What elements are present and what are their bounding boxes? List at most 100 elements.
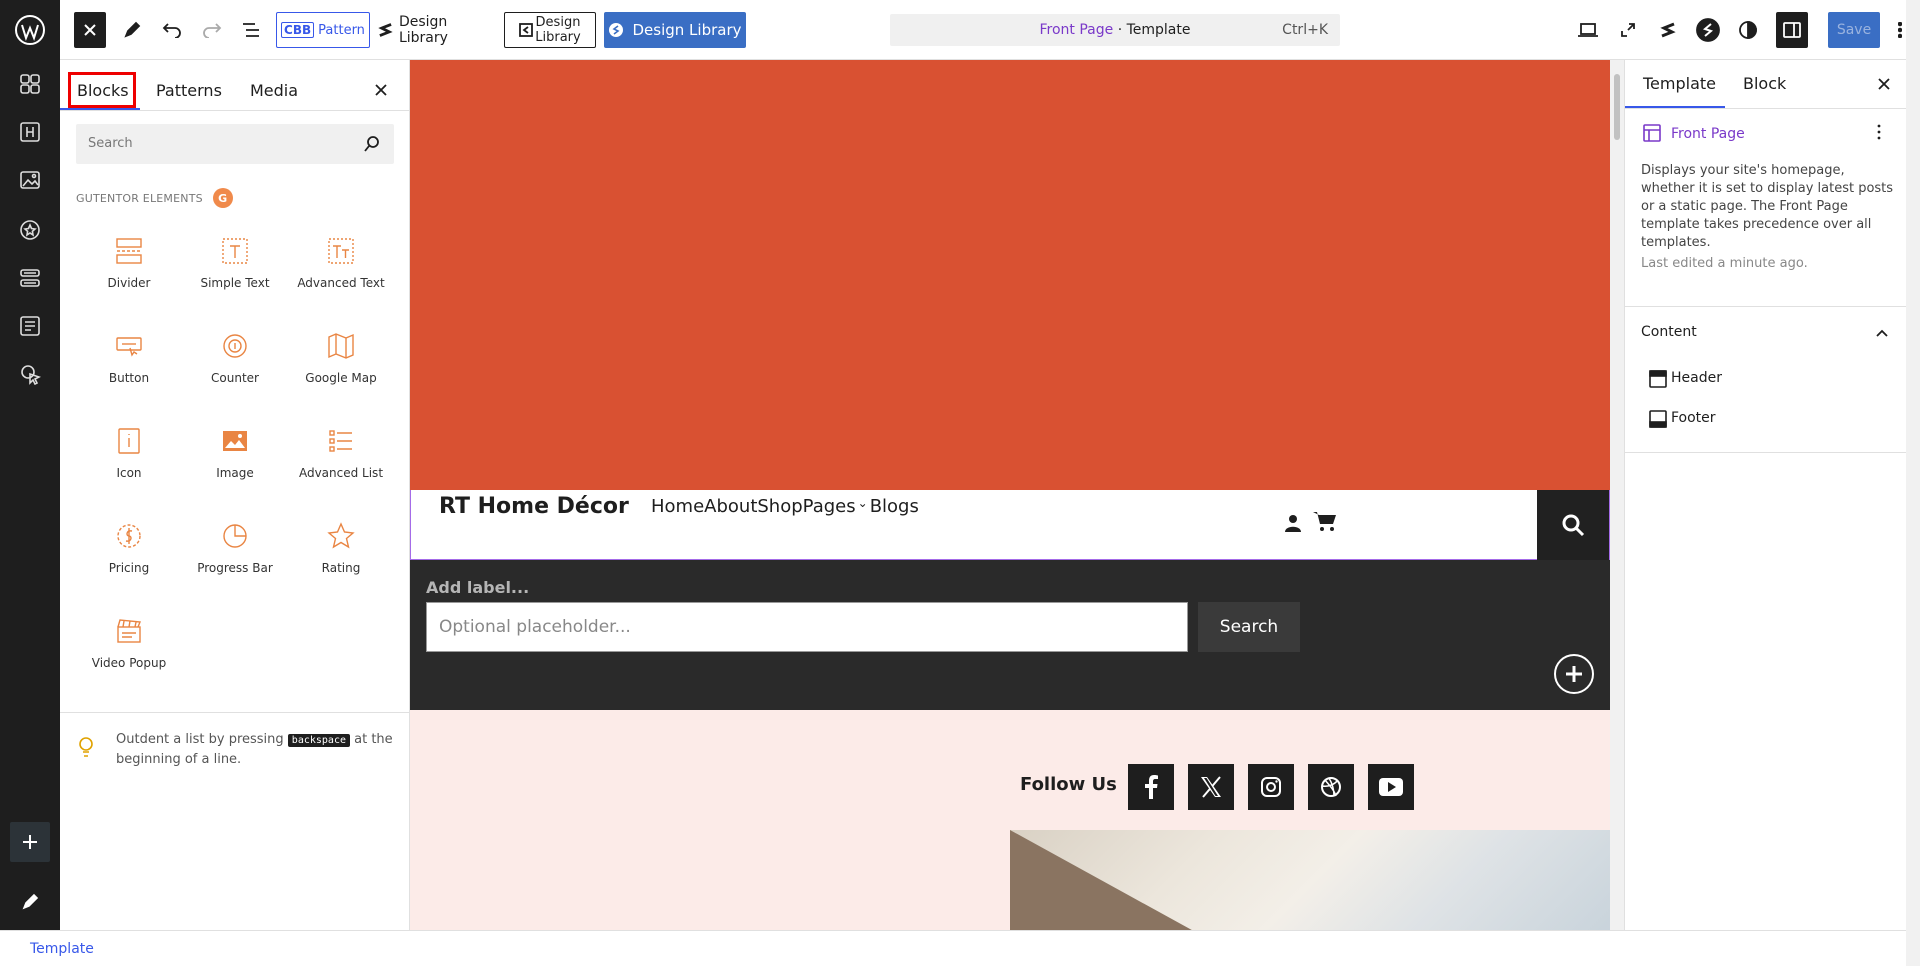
add-block-button[interactable]: [1554, 654, 1594, 694]
hero-cover-block[interactable]: [410, 60, 1610, 490]
tab-blocks[interactable]: Blocks: [68, 72, 136, 108]
template-description: Displays your site's homepage, whether i…: [1641, 163, 1894, 250]
block-search-input[interactable]: Search: [76, 124, 394, 164]
block-advanced-list[interactable]: Advanced List: [288, 420, 394, 510]
template-part-header[interactable]: Header: [1671, 370, 1722, 386]
nav-home[interactable]: Home: [651, 496, 704, 517]
tab-block[interactable]: Block: [1743, 74, 1786, 93]
interior-photo[interactable]: [1010, 830, 1610, 930]
block-google-map[interactable]: Google Map: [288, 325, 394, 415]
nav-shop[interactable]: Shop: [757, 496, 802, 517]
block-button[interactable]: Button: [76, 325, 182, 415]
block-label: Google Map: [305, 371, 377, 385]
settings-toggle-button[interactable]: [1776, 12, 1808, 48]
contrast-icon: [1739, 21, 1757, 39]
sidebar-icon: [1783, 22, 1801, 38]
user-icon[interactable]: [1285, 514, 1301, 532]
block-simple-text[interactable]: Simple Text: [182, 230, 288, 320]
search-icon: [364, 136, 379, 152]
design-library-button-1[interactable]: Design Library: [378, 12, 494, 48]
styles-button[interactable]: [1732, 12, 1764, 48]
wordpress-logo-button[interactable]: [10, 10, 50, 50]
close-inserter-button[interactable]: [74, 12, 106, 48]
block-divider[interactable]: Divider: [76, 230, 182, 320]
plus-icon: [1566, 666, 1582, 682]
template-actions-button[interactable]: [1877, 124, 1881, 144]
close-inserter-x[interactable]: [374, 82, 394, 102]
x-twitter-link[interactable]: [1188, 764, 1234, 810]
pencil-icon: [22, 893, 39, 910]
canvas-scrollbar[interactable]: [1610, 60, 1624, 930]
fullscreen-button[interactable]: [1612, 12, 1644, 48]
tip-text-before: Outdent a list by pressing: [116, 732, 284, 747]
block-image[interactable]: Image: [182, 420, 288, 510]
kebab-icon: [1898, 22, 1902, 38]
cart-icon[interactable]: [1313, 510, 1337, 532]
block-label: Video Popup: [91, 656, 167, 670]
breadcrumb-template[interactable]: Template: [30, 941, 94, 957]
header-search-button[interactable]: [1537, 490, 1609, 560]
command-palette-bar[interactable]: Front Page · Template Ctrl+K: [890, 14, 1340, 46]
cbb-pattern-button[interactable]: CBB Pattern: [276, 12, 370, 48]
editor-canvas[interactable]: RT Home Décor Home About Shop Pages ⌄ Bl…: [410, 60, 1610, 930]
editor-toolbar: CBB Pattern Design Library Design Librar…: [60, 0, 1920, 60]
tab-template[interactable]: Template: [1643, 74, 1716, 93]
block-video-popup[interactable]: Video Popup: [76, 610, 182, 700]
site-title[interactable]: RT Home Décor: [439, 494, 629, 519]
info-block-icon: [118, 428, 140, 454]
chevron-up-icon[interactable]: [1875, 328, 1889, 338]
design-library-button-2[interactable]: Design Library: [504, 12, 596, 48]
device-preview-button[interactable]: [1572, 12, 1604, 48]
content-panel-heading[interactable]: Content: [1641, 324, 1697, 340]
nav-blogs[interactable]: Blogs: [870, 496, 919, 517]
page-scrollbar[interactable]: [1906, 0, 1920, 966]
block-pricing[interactable]: Pricing: [76, 515, 182, 605]
nav-pages[interactable]: Pages: [803, 496, 856, 517]
rail-styles-button[interactable]: [10, 210, 50, 250]
document-overview-button[interactable]: [236, 12, 268, 48]
dribbble-link[interactable]: [1308, 764, 1354, 810]
nav-about[interactable]: About: [704, 496, 757, 517]
search-block-button[interactable]: Search: [1198, 602, 1300, 652]
rail-list-button[interactable]: [10, 306, 50, 346]
instagram-link[interactable]: [1248, 764, 1294, 810]
block-counter[interactable]: Counter: [182, 325, 288, 415]
redo-button[interactable]: [196, 12, 228, 48]
block-rating[interactable]: Rating: [288, 515, 394, 605]
map-icon: [328, 333, 354, 359]
stackable-settings-button[interactable]: [1652, 12, 1684, 48]
divider: [1625, 306, 1907, 307]
close-settings-button[interactable]: [1877, 76, 1891, 95]
block-progress-bar[interactable]: Progress Bar: [182, 515, 288, 605]
external-icon: [1621, 23, 1635, 37]
advanced-text-icon: [328, 238, 354, 264]
facebook-link[interactable]: [1128, 764, 1174, 810]
search-block-label[interactable]: Add label...: [426, 578, 529, 597]
block-advanced-text[interactable]: Advanced Text: [288, 230, 394, 320]
block-icon[interactable]: Icon: [76, 420, 182, 510]
tab-patterns[interactable]: Patterns: [150, 72, 228, 108]
scrollbar-thumb[interactable]: [1614, 74, 1620, 140]
tools-button[interactable]: [116, 12, 148, 48]
rail-pointer-button[interactable]: [10, 354, 50, 394]
rail-patterns-button[interactable]: [10, 64, 50, 104]
gutentor-logo-icon: G: [212, 188, 233, 208]
rail-layout-button[interactable]: [10, 258, 50, 298]
design-library-label-1: Design Library: [398, 14, 448, 46]
template-part-footer[interactable]: Footer: [1671, 410, 1716, 426]
site-header[interactable]: RT Home Décor Home About Shop Pages ⌄ Bl…: [410, 490, 1610, 560]
follow-us-heading[interactable]: Follow Us: [1020, 774, 1117, 795]
rail-add-button[interactable]: [10, 822, 50, 862]
undo-button[interactable]: [156, 12, 188, 48]
spectra-button[interactable]: [1692, 12, 1724, 48]
navigation: Home About Shop Pages ⌄ Blogs: [651, 496, 919, 517]
design-library-button-3[interactable]: Design Library: [604, 12, 746, 48]
youtube-link[interactable]: [1368, 764, 1414, 810]
save-button[interactable]: Save: [1828, 12, 1880, 48]
rail-heading-button[interactable]: [10, 112, 50, 152]
tab-media[interactable]: Media: [244, 72, 304, 108]
rail-edit-button[interactable]: [10, 882, 50, 922]
rail-media-button[interactable]: [10, 160, 50, 200]
search-block-input[interactable]: Optional placeholder...: [426, 602, 1188, 652]
template-title: Front Page: [1671, 126, 1745, 142]
